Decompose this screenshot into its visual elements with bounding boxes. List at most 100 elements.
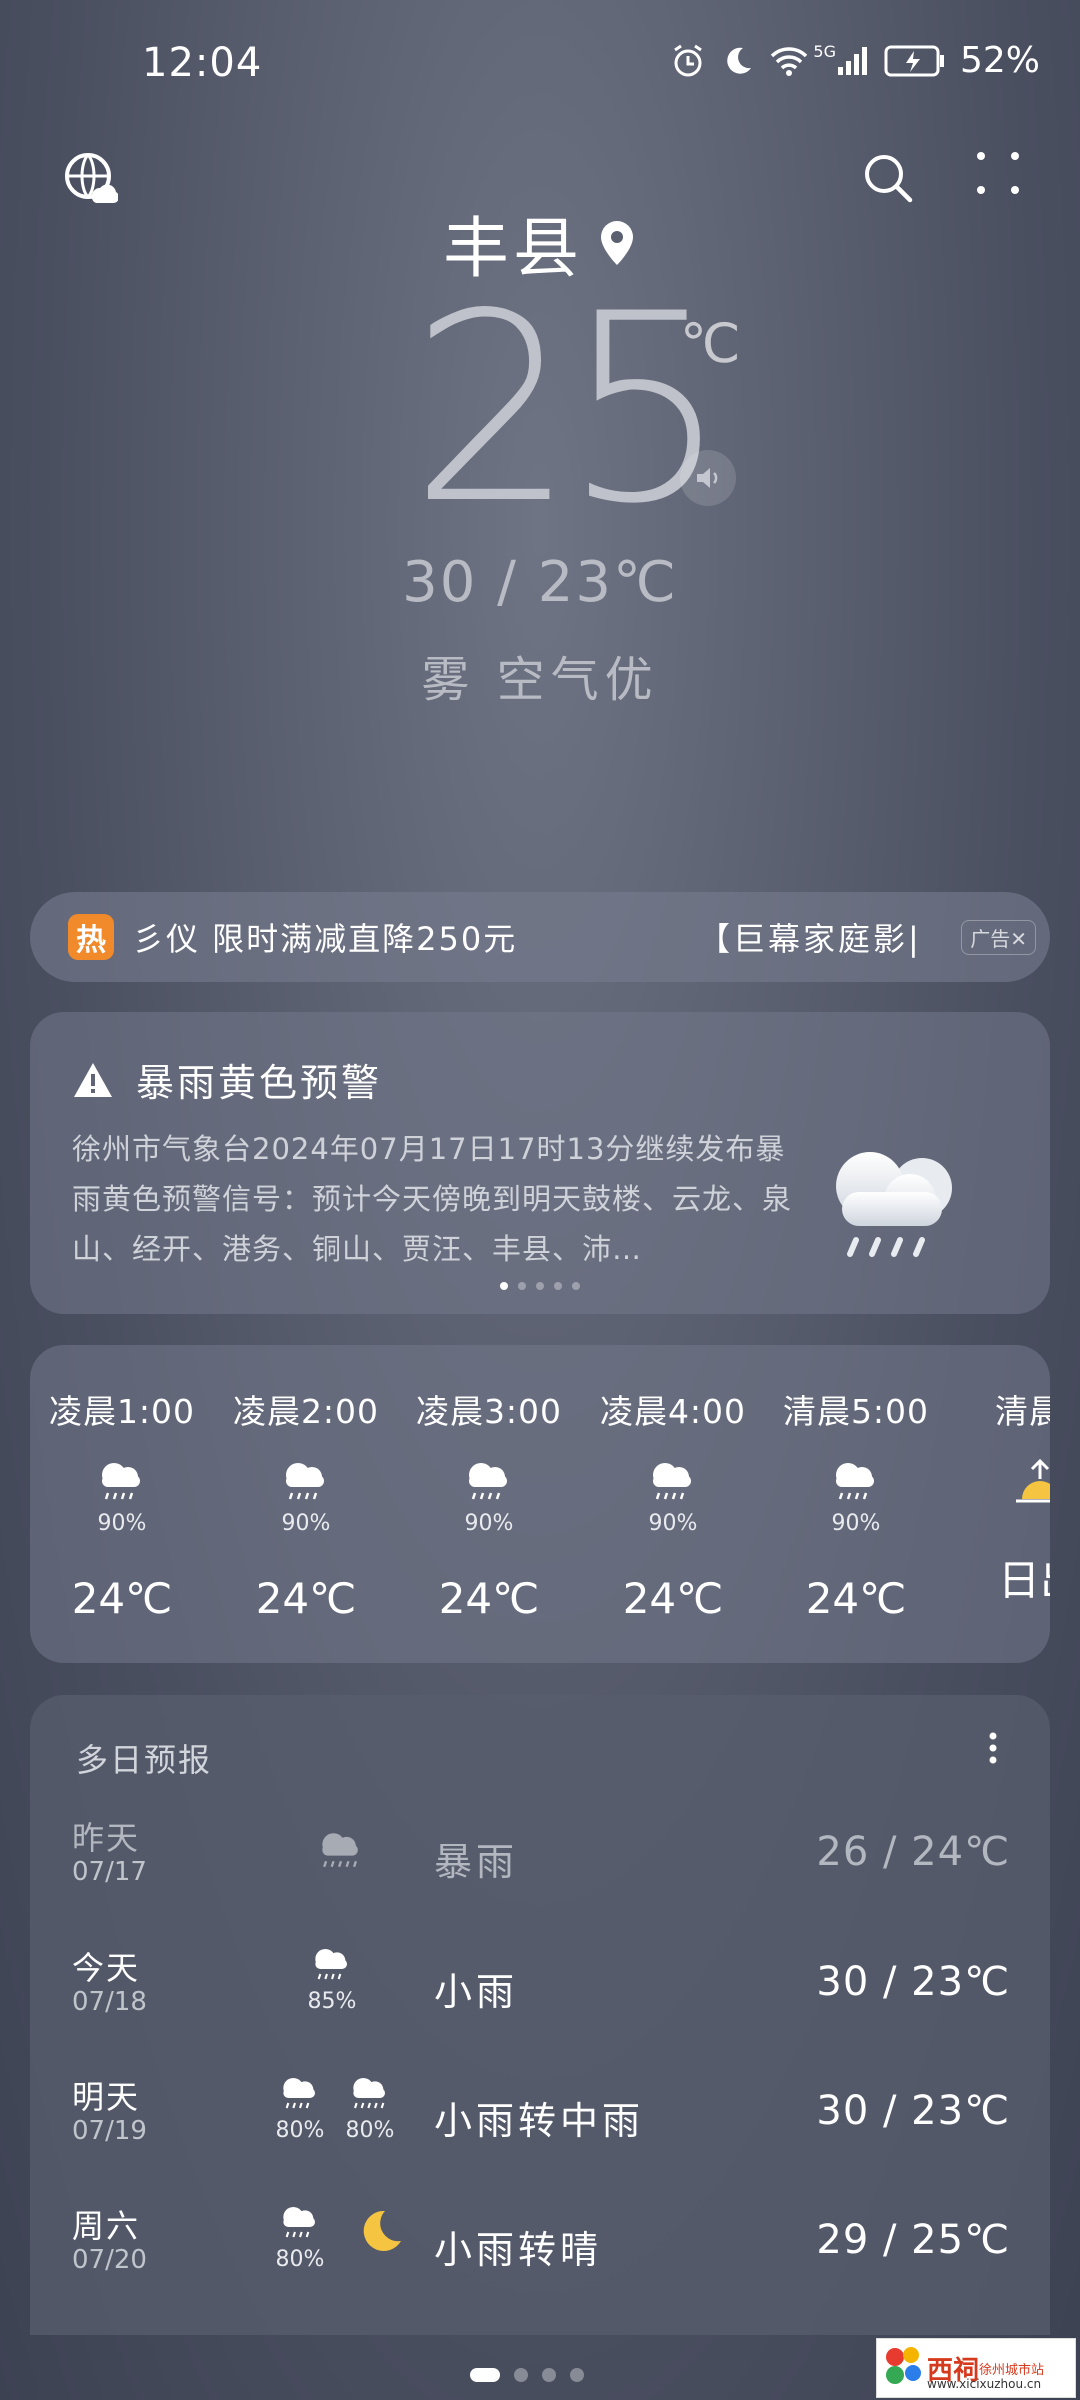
alarm-icon [674,44,703,76]
hour-temp: 24℃ [622,1574,724,1623]
row-temps: 30 / 23℃ [816,1959,1010,2005]
row-icons: 80% 80% [245,2072,435,2162]
row-day: 今天 [72,1949,141,1987]
row-desc: 小雨 [434,1970,519,2014]
ad-banner[interactable]: 热 彡仪 限时满减直降250元 【巨幕家庭影| 广告✕ [30,892,1050,982]
hot-badge: 热 [68,914,114,960]
hour-item: 凌晨4:00 90% 24℃ [581,1385,765,1623]
hour-time: 凌晨4:00 [599,1392,747,1431]
ad-right-text: 【巨幕家庭影| [698,920,922,958]
speaker-icon [697,468,718,488]
daily-forecast[interactable]: 多日预报 昨天 07/17 暴雨 26 / 24℃ 今天 07/18 85% 小… [30,1695,1050,2335]
rain-cloud-icon [315,1949,347,1980]
forecast-icon: 80% [345,2072,395,2143]
row-pop: 85% [307,1989,357,2014]
rain-cloud-icon [653,1463,691,1500]
watermark-sub: 徐州城市站 [979,2362,1045,2378]
hour-time: 凌晨1:00 [48,1392,196,1431]
rain-cloud-icon [283,2207,315,2238]
row-date: 07/20 [72,2245,147,2275]
row-pop: 80% [275,2247,325,2272]
rain-cloud-icon [286,1463,324,1500]
row-pop: 80% [345,2118,395,2143]
status-icons: 5G 52% [669,40,1040,81]
hour-item: 清晨5:00 90% 24℃ [764,1385,948,1623]
page-indicator[interactable] [470,2368,584,2382]
ad-text: 彡仪 限时满减直降250元 [132,920,518,958]
more-button[interactable] [975,150,1021,200]
hour-temp: 24℃ [255,1574,357,1623]
row-desc: 小雨转中雨 [434,2099,645,2143]
rain-cloud-icon [353,2078,385,2109]
row-desc: 暴雨 [434,1840,519,1884]
signal-icon [837,46,867,75]
row-temps: 29 / 25℃ [816,2217,1010,2263]
ad-close-tag[interactable]: 广告✕ [961,920,1036,955]
row-day: 昨天 [72,1819,141,1857]
forecast-icon: 80% [275,2201,325,2272]
rain-cloud-icon [102,1463,140,1500]
watermark-url: www.xicixuzhou.cn [927,2377,1042,2391]
alert-pager [30,1282,1050,1290]
hour-item: 凌晨1:00 90% 24℃ [30,1385,214,1623]
daily-row[interactable]: 明天 07/19 80% 80% 小雨转中雨 30 / 23℃ [30,2072,1050,2182]
wifi-icon [771,46,808,76]
temperature-range: 30 / 23℃ [402,550,678,615]
moon-icon [727,47,752,74]
row-icons: 80% [245,2201,435,2291]
row-date: 07/17 [72,1857,147,1887]
current-temperature: 25 [410,259,729,561]
rain-cloud-icon [836,1463,874,1500]
battery-icon [884,45,944,76]
hour-temp: 24℃ [438,1574,540,1623]
daily-row[interactable]: 周六 07/20 80% 小雨转晴 29 / 25℃ [30,2201,1050,2311]
forecast-icon: 80% [275,2072,325,2143]
hour-time: 凌晨2:00 [232,1392,380,1431]
hour-pop: 90% [97,1511,147,1536]
vertical-more-icon[interactable] [986,1731,1000,1765]
hour-time: 清晨5:00 [782,1392,930,1431]
forecast-icon: 85% [307,1943,357,2014]
network-type: 5G [813,42,836,61]
hour-time: 清晨5 [995,1392,1050,1431]
battery-percent: 52% [959,40,1040,81]
site-watermark-logo: 西祠 徐州城市站 www.xicixuzhou.cn [876,2338,1076,2398]
temperature-unit: ℃ [680,312,741,375]
alert-body: 徐州市气象台2024年07月17日17时13分继续发布暴雨黄色预警信号：预计今天… [72,1132,793,1266]
row-temps: 26 / 24℃ [816,1829,1010,1875]
daily-row[interactable]: 今天 07/18 85% 小雨 30 / 23℃ [30,1943,1050,2053]
current-condition: 雾 空气优 [421,652,659,708]
daily-row[interactable]: 昨天 07/17 暴雨 26 / 24℃ [30,1813,1050,1923]
hour-temp: 24℃ [71,1574,173,1623]
row-day: 周六 [72,2207,141,2245]
hour-pop: 90% [831,1511,881,1536]
row-date: 07/18 [72,1987,147,2017]
heavy-rain-icon [836,1152,952,1257]
daily-header: 多日预报 [76,1741,213,1779]
sunrise-icon [1016,1458,1050,1503]
hour-item: 清晨5 日出 [948,1385,1050,1608]
hour-pop: 90% [648,1511,698,1536]
row-icons: 85% [245,1943,435,2033]
hourly-forecast[interactable]: 凌晨1:00 90% 24℃ 凌晨2:00 90% 24℃ 凌晨3:00 90%… [30,1345,1050,1663]
rain-cloud-icon [469,1463,507,1500]
alert-title: 暴雨黄色预警 [136,1061,383,1105]
hour-time: 凌晨3:00 [415,1392,563,1431]
row-date: 07/19 [72,2116,147,2146]
row-icons [245,1813,435,1903]
hour-temp: 24℃ [805,1574,907,1623]
hour-temp: 日出 [997,1556,1050,1605]
rain-cloud-icon [283,2078,315,2109]
hour-item: 凌晨2:00 90% 24℃ [214,1385,398,1623]
crescent-moon-icon [363,2210,401,2251]
row-day: 明天 [72,2078,141,2116]
row-temps: 30 / 23℃ [816,2088,1010,2134]
row-pop: 80% [275,2118,325,2143]
status-time: 12:04 [142,40,263,86]
row-desc: 小雨转晴 [434,2228,603,2272]
voice-broadcast-button[interactable] [680,450,736,506]
hour-item: 凌晨3:00 90% 24℃ [397,1385,581,1623]
weather-alert-card[interactable]: 暴雨黄色预警 徐州市气象台2024年07月17日17时13分继续发布暴雨黄色预警… [30,1012,1050,1314]
warning-icon [74,1062,112,1097]
pinwheel-logo-icon [886,2347,921,2384]
